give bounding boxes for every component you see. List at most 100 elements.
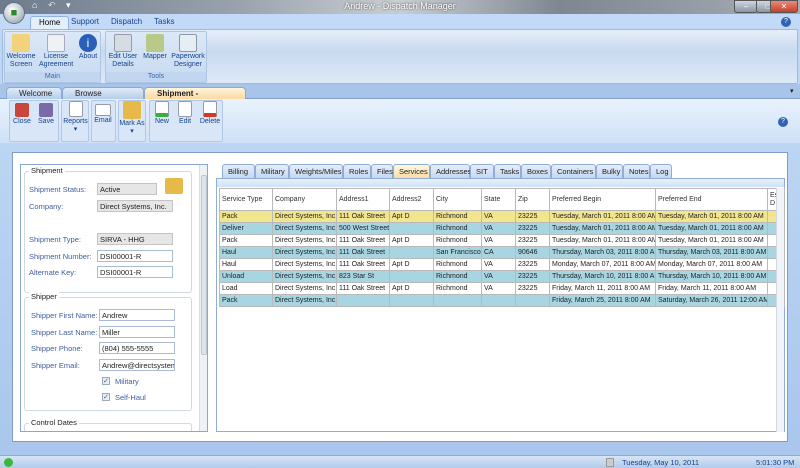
reports-button[interactable]: Reports▾	[63, 101, 88, 139]
table-row[interactable]: HaulDirect Systems, Inc.111 Oak StreetSa…	[220, 247, 785, 259]
column-header[interactable]: Preferred Begin	[550, 189, 656, 211]
box-icon	[123, 101, 141, 119]
table-cell: Tuesday, March 01, 2011 8:00 AM	[656, 235, 768, 247]
table-row[interactable]: PackDirect Systems, Inc.111 Oak StreetAp…	[220, 211, 785, 223]
shipment-number-field[interactable]: DSI00001-R	[97, 250, 173, 262]
tab-sit[interactable]: SIT	[470, 164, 494, 178]
shipment-type-field[interactable]: SIRVA - HHG	[97, 233, 173, 245]
email-button[interactable]: Email	[92, 101, 114, 139]
grid-group-bar	[217, 179, 784, 187]
tab-roles[interactable]: Roles	[343, 164, 371, 178]
tab-list-dropdown-icon[interactable]: ▾	[790, 87, 794, 95]
tab-billing[interactable]: Billing	[222, 164, 255, 178]
app-menu-button[interactable]: ■	[3, 2, 25, 24]
new-button[interactable]: New	[151, 101, 173, 139]
table-cell: Direct Systems, Inc.	[273, 259, 337, 271]
tab-boxes[interactable]: Boxes	[521, 164, 551, 178]
table-cell: Pack	[220, 235, 273, 247]
close-window-button[interactable]: ✕	[770, 0, 798, 13]
table-row[interactable]: PackDirect Systems, Inc.111 Oak StreetAp…	[220, 235, 785, 247]
military-checkbox[interactable]: ✓	[102, 377, 110, 385]
column-header[interactable]: Zip	[516, 189, 550, 211]
about-button[interactable]: iAbout	[75, 34, 101, 72]
table-row[interactable]: LoadDirect Systems, Inc.111 Oak StreetAp…	[220, 283, 785, 295]
table-cell: Unload	[220, 271, 273, 283]
shipper-first-name-input[interactable]: Andrew	[99, 309, 175, 321]
table-row[interactable]: PackDirect Systems, Inc.Friday, March 25…	[220, 295, 785, 307]
delete-button[interactable]: Delete	[198, 101, 222, 139]
self-haul-checkbox[interactable]: ✓	[102, 393, 110, 401]
home-quick-icon[interactable]: ⌂	[32, 0, 37, 10]
undo-icon[interactable]: ↶	[48, 0, 56, 11]
paperwork-designer-button[interactable]: Paperwork Designer	[170, 34, 206, 72]
edit-user-details-button[interactable]: Edit User Details	[107, 34, 139, 72]
table-cell: Friday, March 11, 2011 8:00 AM	[656, 283, 768, 295]
tab-military[interactable]: Military	[255, 164, 289, 178]
table-cell: Richmond	[434, 211, 482, 223]
table-cell	[482, 295, 516, 307]
tab-bulky[interactable]: Bulky	[596, 164, 623, 178]
ribbon-tab-support[interactable]: Support	[63, 16, 107, 29]
minimize-button[interactable]: –	[734, 0, 758, 13]
tab-containers[interactable]: Containers	[551, 164, 596, 178]
table-cell: Load	[220, 283, 273, 295]
tab-log[interactable]: Log	[650, 164, 672, 178]
table-cell: Friday, March 11, 2011 8:00 AM	[550, 283, 656, 295]
customize-quick-access-icon[interactable]: ▾	[66, 0, 71, 11]
ribbon-tab-dispatch[interactable]: Dispatch	[103, 16, 150, 29]
table-cell: Deliver	[220, 223, 273, 235]
tab-notes[interactable]: Notes	[623, 164, 650, 178]
table-cell: Apt D	[390, 211, 434, 223]
table-row[interactable]: HaulDirect Systems, Inc.111 Oak StreetAp…	[220, 259, 785, 271]
shipper-phone-input[interactable]: (804) 555-5555	[99, 342, 175, 354]
alternate-key-field[interactable]: DSI00001-R	[97, 266, 173, 278]
mark-as-button[interactable]: Mark As▾	[119, 101, 145, 139]
delete-document-icon	[203, 101, 217, 117]
tab-services[interactable]: Services	[393, 164, 430, 178]
tab-weights-miles[interactable]: Weights/Miles	[289, 164, 343, 178]
column-header[interactable]: Address2	[390, 189, 434, 211]
shipper-last-name-input[interactable]: Miller	[99, 326, 175, 338]
column-header[interactable]: Preferred End	[656, 189, 768, 211]
column-header[interactable]: Address1	[337, 189, 390, 211]
save-button[interactable]: Save	[35, 101, 57, 139]
table-cell: VA	[482, 235, 516, 247]
document-magnifier-icon	[47, 34, 65, 52]
table-row[interactable]: UnloadDirect Systems, Inc.823 Star StRic…	[220, 271, 785, 283]
company-field[interactable]: Direct Systems, Inc.	[97, 200, 173, 212]
scrollbar-thumb[interactable]	[201, 175, 207, 355]
shipper-fieldset: Shipper Shipper First Name: Andrew Shipp…	[24, 297, 192, 411]
doc-tab-browse-shipments[interactable]: Browse Shipments	[62, 87, 144, 99]
table-cell: Direct Systems, Inc.	[273, 223, 337, 235]
column-header[interactable]: State	[482, 189, 516, 211]
table-cell: Monday, March 07, 2011 8:00 AM	[550, 259, 656, 271]
calendar-icon	[606, 458, 614, 467]
shipment-status-field[interactable]: Active	[97, 183, 157, 195]
grid-vertical-scrollbar[interactable]	[776, 188, 784, 432]
label: Company:	[29, 202, 63, 211]
mapper-button[interactable]: Mapper	[142, 34, 168, 72]
close-button[interactable]: Close	[11, 101, 33, 139]
shipper-email-input[interactable]: Andrew@directsystems.c	[99, 359, 175, 371]
license-agreement-button[interactable]: License Agreement	[39, 34, 73, 72]
column-header[interactable]: Service Type	[220, 189, 273, 211]
doc-tab-welcome[interactable]: Welcome	[6, 87, 62, 99]
tab-files[interactable]: Files	[371, 164, 393, 178]
doc-tab-shipment[interactable]: Shipment - DSI00001-R x	[144, 87, 246, 99]
table-cell: Pack	[220, 295, 273, 307]
help-icon[interactable]: ?	[778, 117, 788, 127]
table-cell: Direct Systems, Inc.	[273, 271, 337, 283]
table-row[interactable]: DeliverDirect Systems, Inc.500 West Stre…	[220, 223, 785, 235]
shipment-fieldset: Shipment Shipment Status: Active Company…	[24, 171, 192, 293]
tab-addresses[interactable]: Addresses	[430, 164, 470, 178]
column-header[interactable]: City	[434, 189, 482, 211]
tab-tasks[interactable]: Tasks	[494, 164, 521, 178]
group-label-tools: Tools	[106, 72, 206, 82]
vertical-scrollbar[interactable]	[199, 165, 208, 431]
edit-button[interactable]: Edit	[174, 101, 196, 139]
welcome-screen-button[interactable]: Welcome Screen	[6, 34, 36, 72]
column-header[interactable]: Company	[273, 189, 337, 211]
ribbon-tab-tasks[interactable]: Tasks	[146, 16, 182, 29]
title-bar: Andrew - Dispatch Manager ⌂ ↶ ▾ – □ ✕	[0, 0, 800, 14]
help-icon[interactable]: ?	[781, 17, 791, 27]
